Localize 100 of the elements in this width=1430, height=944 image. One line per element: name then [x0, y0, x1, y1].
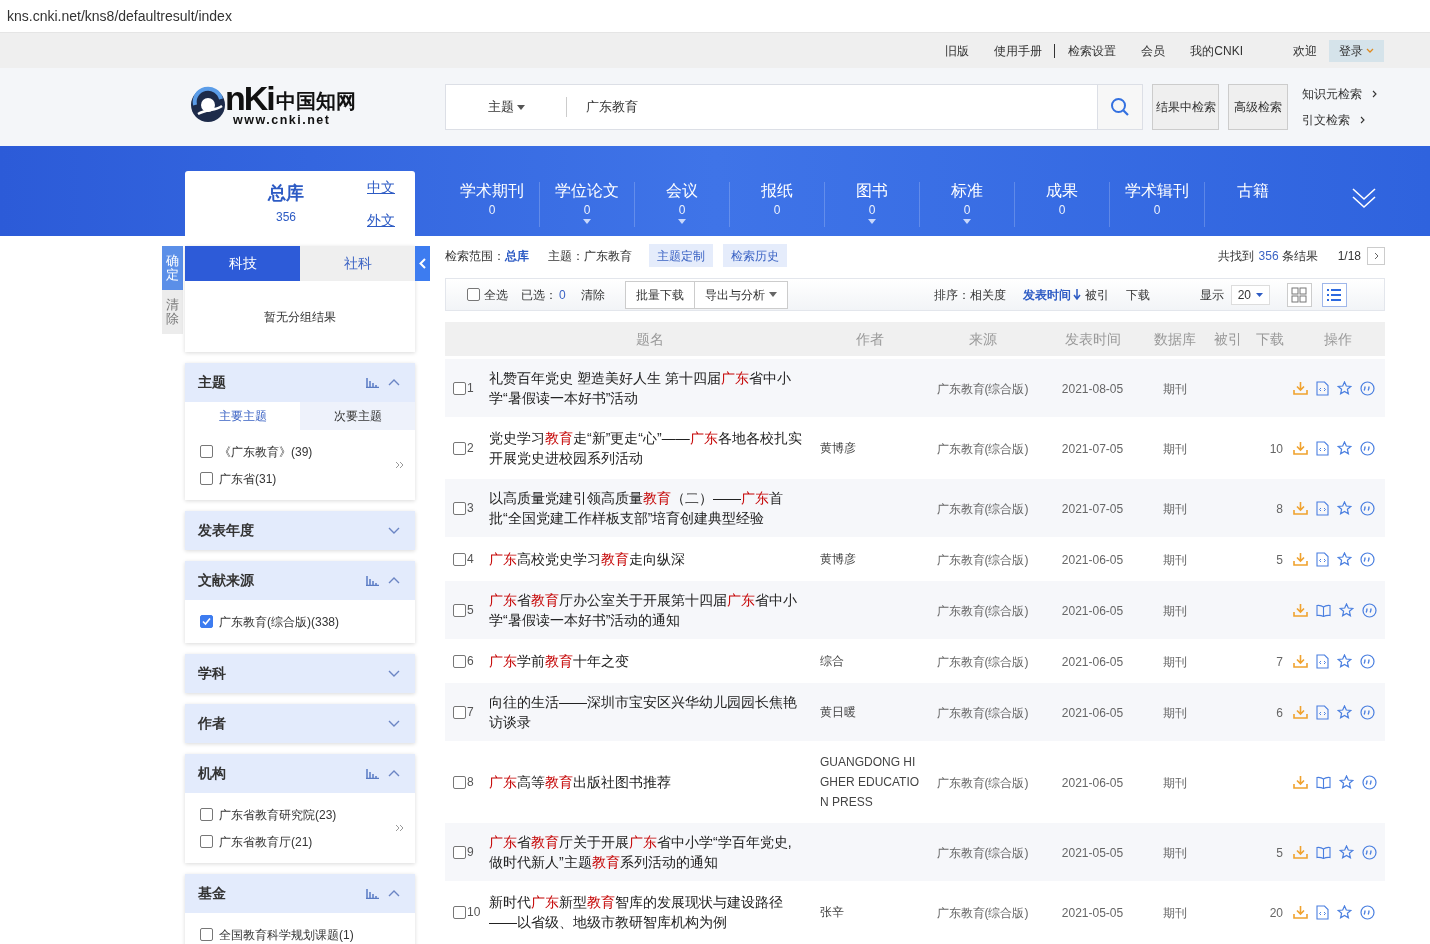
- nav-tab[interactable]: 图书 0: [825, 182, 920, 227]
- article-title-link[interactable]: 广东省教育厅关于开展广东省中小学“学百年党史,做时代新人”主题教育系列活动的通知: [489, 832, 805, 872]
- facet-item[interactable]: 全国教育科学规划课题(1): [219, 925, 354, 944]
- source-link[interactable]: 广东教育(综合版): [936, 441, 1029, 456]
- source-link[interactable]: 广东教育(综合版): [936, 705, 1029, 720]
- checkbox[interactable]: [453, 705, 466, 719]
- language-link[interactable]: 中文: [367, 176, 395, 198]
- checkbox[interactable]: [200, 615, 213, 628]
- checkbox[interactable]: [453, 654, 466, 668]
- facet-item[interactable]: 广东省教育研究院(23): [219, 805, 337, 824]
- checkbox[interactable]: [453, 552, 466, 566]
- chip-button[interactable]: 检索历史: [723, 244, 787, 267]
- checkbox[interactable]: [453, 603, 466, 617]
- sort-option[interactable]: 相关度: [969, 285, 1006, 304]
- group-tab[interactable]: 科技: [185, 246, 300, 281]
- checkbox[interactable]: [200, 445, 213, 458]
- checkbox[interactable]: [453, 775, 466, 789]
- checkbox[interactable]: [200, 808, 213, 821]
- facet-subtab[interactable]: 次要主题: [300, 402, 415, 430]
- result-label: 条结果: [1281, 247, 1318, 265]
- article-title-link[interactable]: 礼赞百年党史 塑造美好人生 第十四届广东省中小学“暑假读一本好书”活动: [489, 368, 805, 408]
- toolbar-button[interactable]: 批量下载: [624, 280, 695, 309]
- source-link[interactable]: 广东教育(综合版): [936, 775, 1029, 790]
- nav-tab[interactable]: 标准 0: [920, 182, 1015, 227]
- collapse-button[interactable]: [415, 246, 430, 281]
- source-link[interactable]: 广东教育(综合版): [936, 654, 1029, 669]
- download-icon: [1293, 501, 1308, 515]
- facet-header[interactable]: 作者: [185, 704, 415, 743]
- nav-tab[interactable]: 学术期刊 0: [445, 182, 540, 227]
- search-field[interactable]: 主题 广东教育: [445, 84, 1143, 130]
- checkbox[interactable]: [453, 501, 466, 515]
- view-button[interactable]: [1321, 282, 1347, 307]
- checkbox[interactable]: [200, 928, 213, 941]
- article-title-link[interactable]: 广东高校党史学习教育走向纵深: [489, 549, 805, 569]
- nav-tab[interactable]: 学位论文 0: [540, 182, 635, 227]
- sort-option[interactable]: 下载: [1125, 285, 1150, 304]
- article-title-link[interactable]: 党史学习教育走“新”更走“心”——广东各地各校扎实开展党史进校园系列活动: [489, 428, 805, 468]
- field-select[interactable]: 主题: [446, 97, 566, 117]
- article-title-link[interactable]: 新时代广东新型教育智库的发展现状与建设路径——以省级、地级市教研智库机构为例: [489, 892, 805, 932]
- checkbox[interactable]: [200, 472, 213, 485]
- checkbox[interactable]: [453, 845, 466, 859]
- facet-header[interactable]: 发表年度: [185, 511, 415, 550]
- checkbox[interactable]: [453, 441, 466, 455]
- article-title-link[interactable]: 广东高等教育出版社图书推荐: [489, 772, 805, 792]
- source-link[interactable]: 广东教育(综合版): [936, 552, 1029, 567]
- top-link[interactable]: 检索设置: [1068, 43, 1117, 58]
- nav-tab[interactable]: 学术辑刊 0: [1110, 182, 1205, 227]
- toolbar-button[interactable]: 导出与分析: [693, 280, 788, 309]
- checkbox[interactable]: [200, 835, 213, 848]
- sort-option[interactable]: 发表时间: [1022, 285, 1081, 304]
- author-link[interactable]: 黄博彦: [820, 549, 920, 569]
- login-button[interactable]: 登录: [1329, 39, 1384, 62]
- facet-header[interactable]: 机构: [185, 754, 415, 793]
- facet-item[interactable]: 《广东教育》(39): [219, 442, 313, 461]
- source-link[interactable]: 广东教育(综合版): [936, 381, 1029, 396]
- top-link[interactable]: 使用手册: [994, 43, 1056, 58]
- article-title-link[interactable]: 以高质量党建引领高质量教育（二）——广东首批“全国党建工作样板支部”培育创建典型经验: [489, 488, 805, 528]
- search-option-button[interactable]: 结果中检索: [1152, 84, 1219, 130]
- language-link[interactable]: 外文: [367, 209, 395, 231]
- clear-link[interactable]: 清除: [580, 285, 605, 304]
- source-link[interactable]: 广东教育(综合版): [936, 845, 1029, 860]
- author-link[interactable]: 黄博彦: [820, 438, 920, 458]
- filter-action-button[interactable]: 清除: [162, 290, 183, 334]
- link[interactable]: 知识元检索: [1302, 85, 1362, 103]
- article-title-link[interactable]: 广东省教育厅办公室关于开展第十四届广东省中小学“暑假读一本好书”活动的通知: [489, 590, 805, 630]
- group-tab[interactable]: 社科: [300, 246, 415, 281]
- source-link[interactable]: 广东教育(综合版): [936, 501, 1029, 516]
- facet-item[interactable]: 广东省(31): [219, 469, 277, 488]
- nav-tab[interactable]: 会议 0: [635, 182, 730, 227]
- article-title-link[interactable]: 向往的生活——深圳市宝安区兴华幼儿园园长焦艳访谈录: [489, 692, 805, 732]
- search-option-button[interactable]: 高级检索: [1228, 84, 1288, 130]
- author-link[interactable]: GUANGDONG HIGHER EDUCATION PRESS: [820, 752, 920, 812]
- article-title-link[interactable]: 广东学前教育十年之变: [489, 651, 805, 671]
- facet-item[interactable]: 广东教育(综合版)(338): [219, 612, 339, 631]
- author-link[interactable]: 张辛: [820, 902, 920, 922]
- nav-tab[interactable]: 古籍: [1205, 182, 1300, 227]
- source-link[interactable]: 广东教育(综合版): [936, 905, 1029, 920]
- search-button[interactable]: [1097, 85, 1142, 129]
- top-link[interactable]: 我的CNKI: [1190, 43, 1243, 58]
- top-link[interactable]: 旧版: [945, 43, 970, 58]
- nav-tab[interactable]: 报纸 0: [730, 182, 825, 227]
- link[interactable]: 引文检索: [1302, 111, 1350, 129]
- facet-header[interactable]: 基金: [185, 874, 415, 913]
- author-link[interactable]: 综合: [820, 651, 920, 671]
- chip-button[interactable]: 主题定制: [649, 244, 713, 267]
- facet-header[interactable]: 文献来源: [185, 561, 415, 600]
- author-link[interactable]: 黄日暖: [820, 702, 920, 722]
- page-size-select[interactable]: 20: [1230, 284, 1270, 305]
- checkbox[interactable]: [453, 905, 466, 919]
- facet-item[interactable]: 广东省教育厅(21): [219, 832, 313, 851]
- top-link[interactable]: 会员: [1141, 43, 1166, 58]
- facet-header[interactable]: 主题: [185, 363, 415, 402]
- sort-option[interactable]: 被引: [1084, 285, 1109, 304]
- source-link[interactable]: 广东教育(综合版): [936, 603, 1029, 618]
- select-all-label[interactable]: 全选: [484, 285, 508, 304]
- checkbox[interactable]: [467, 288, 480, 301]
- checkbox[interactable]: [453, 381, 466, 395]
- facet-header[interactable]: 学科: [185, 654, 415, 693]
- nav-tab[interactable]: 成果 0: [1015, 182, 1110, 227]
- view-button[interactable]: [1286, 282, 1312, 307]
